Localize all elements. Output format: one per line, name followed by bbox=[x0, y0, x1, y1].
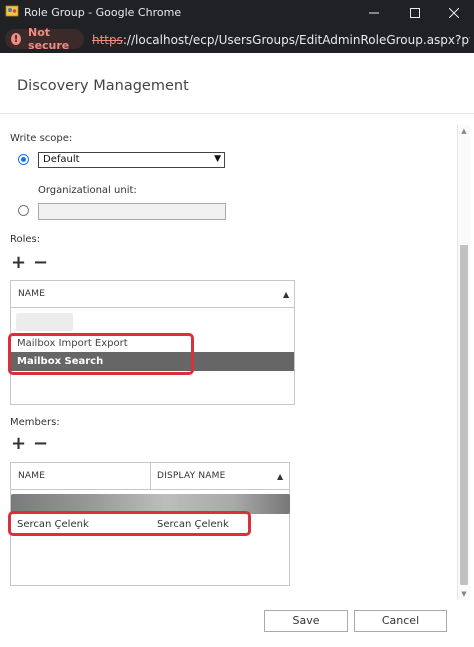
write-scope-label: Write scope: bbox=[10, 133, 73, 144]
dialog-scrollbar[interactable]: ▲ ▼ bbox=[457, 125, 470, 600]
redacted-role-row bbox=[16, 313, 73, 331]
url-scheme: https bbox=[92, 33, 123, 47]
members-name-column-header[interactable]: NAME bbox=[18, 471, 45, 481]
window-title: Role Group - Google Chrome bbox=[24, 6, 182, 19]
minimize-button[interactable] bbox=[354, 0, 394, 25]
security-label: Not secure bbox=[28, 26, 70, 52]
members-grid-header: NAME DISPLAY NAME ▲ bbox=[11, 463, 289, 490]
close-button[interactable] bbox=[434, 0, 474, 25]
header-divider bbox=[0, 113, 474, 114]
members-highlight-box bbox=[8, 511, 251, 536]
organizational-unit-field[interactable] bbox=[38, 203, 226, 220]
maximize-button[interactable] bbox=[395, 0, 435, 25]
close-icon bbox=[449, 7, 459, 18]
roles-highlight-box bbox=[8, 333, 194, 375]
remove-role-button[interactable]: − bbox=[33, 254, 48, 272]
sort-up-icon[interactable]: ▲ bbox=[283, 290, 289, 299]
organizational-unit-label: Organizational unit: bbox=[38, 185, 137, 196]
url-path: ://localhost/ecp/UsersGroups/EditAdminRo… bbox=[122, 33, 470, 47]
chevron-down-icon: ▼ bbox=[214, 154, 221, 164]
security-chip[interactable]: ! Not secure bbox=[5, 26, 84, 52]
write-scope-value: Default bbox=[43, 154, 80, 165]
roles-label: Roles: bbox=[10, 234, 41, 245]
roles-grid-header: NAME ▲ bbox=[11, 281, 294, 308]
default-scope-radio[interactable] bbox=[18, 154, 29, 165]
roles-name-column-header[interactable]: NAME bbox=[18, 289, 45, 299]
add-member-button[interactable]: + bbox=[11, 435, 26, 453]
members-label: Members: bbox=[10, 417, 60, 428]
organizational-unit-radio[interactable] bbox=[18, 205, 29, 216]
warning-icon: ! bbox=[11, 33, 22, 45]
add-role-button[interactable]: + bbox=[11, 254, 26, 272]
url-field[interactable]: https://localhost/ecp/UsersGroups/EditAd… bbox=[92, 33, 470, 47]
write-scope-select[interactable]: Default ▼ bbox=[38, 152, 225, 168]
column-divider bbox=[150, 463, 151, 489]
browser-titlebar: Role Group - Google Chrome bbox=[0, 0, 474, 25]
maximize-icon bbox=[410, 7, 420, 18]
minimize-icon bbox=[369, 12, 379, 13]
scroll-thumb[interactable] bbox=[460, 245, 468, 585]
sort-up-icon[interactable]: ▲ bbox=[277, 472, 283, 481]
scroll-up-icon[interactable]: ▲ bbox=[458, 125, 470, 137]
save-button[interactable]: Save bbox=[264, 610, 348, 632]
page-title: Discovery Management bbox=[17, 78, 189, 94]
members-display-name-column-header[interactable]: DISPLAY NAME bbox=[157, 471, 226, 481]
scroll-down-icon[interactable]: ▼ bbox=[458, 588, 470, 600]
address-bar: ! Not secure https://localhost/ecp/Users… bbox=[0, 25, 474, 53]
role-group-icon bbox=[5, 5, 19, 17]
cancel-button[interactable]: Cancel bbox=[354, 610, 447, 632]
remove-member-button[interactable]: − bbox=[33, 435, 48, 453]
